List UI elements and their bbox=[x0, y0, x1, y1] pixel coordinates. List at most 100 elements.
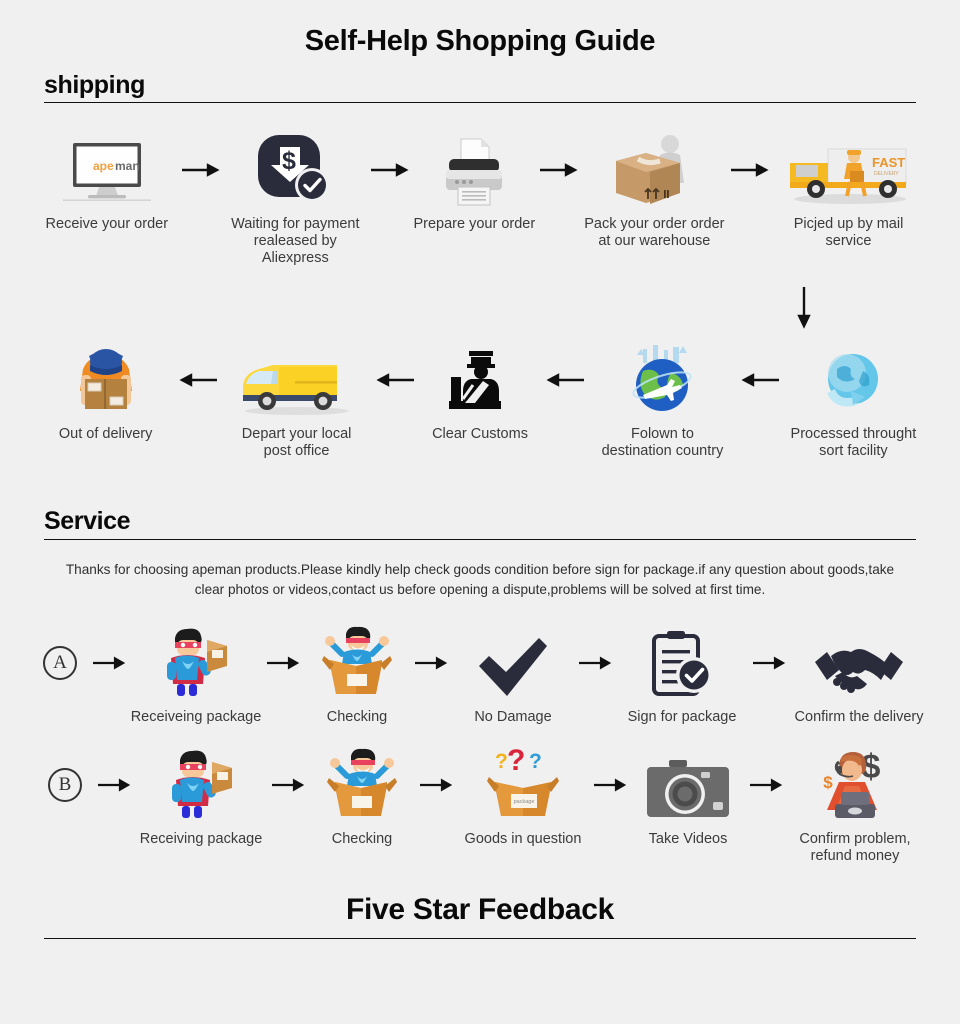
arrow-down-icon bbox=[797, 287, 811, 330]
monitor-apeman-logo-icon: ape man bbox=[57, 133, 157, 207]
service-section-header: Service bbox=[44, 507, 916, 540]
shipping-heading: shipping bbox=[44, 71, 145, 99]
step-caption: Receiving package bbox=[139, 830, 263, 847]
service-step-goods-in-question: ? ? ? package Goods in question bbox=[455, 748, 591, 848]
arrow-left-icon bbox=[372, 343, 418, 417]
svg-text:$: $ bbox=[823, 773, 833, 792]
fast-delivery-truck-icon: FAST DELIVERY bbox=[784, 133, 914, 207]
arrow-right-icon bbox=[750, 626, 788, 700]
shipping-section-header: shipping bbox=[44, 71, 916, 104]
hero-with-package-icon bbox=[157, 626, 235, 700]
footer-divider bbox=[44, 937, 916, 939]
step-caption: Out of delivery bbox=[58, 426, 153, 443]
arrow-right-icon bbox=[412, 626, 450, 700]
checkmark-icon bbox=[475, 626, 551, 700]
step-caption: Checking bbox=[331, 830, 393, 847]
service-step-receiving-package-b: Receiving package bbox=[133, 748, 269, 848]
payment-dollar-check-icon: $ bbox=[256, 133, 334, 207]
shipping-step-depart-post-office: Depart your local post office bbox=[221, 343, 372, 460]
shipping-flow-row-1: ape man Receive your order $ Waiting for… bbox=[0, 133, 960, 267]
step-caption: Prepare your order bbox=[413, 216, 536, 233]
service-step-take-videos: Take Videos bbox=[629, 748, 747, 848]
shipping-step-flown-to-destination: Folown to destination country bbox=[588, 343, 737, 460]
row-marker-b: B bbox=[35, 748, 95, 822]
step-caption: Confirm problem, refund money bbox=[799, 830, 911, 864]
step-caption: Sign for package bbox=[627, 708, 737, 725]
step-caption: Picjed up by mail service bbox=[793, 216, 904, 250]
svg-text:ape: ape bbox=[93, 159, 114, 173]
step-caption: Depart your local post office bbox=[241, 426, 352, 460]
handshake-icon bbox=[811, 626, 907, 700]
service-step-receiving-package-a: Receiveing package bbox=[128, 626, 264, 726]
printer-icon bbox=[437, 133, 511, 207]
service-step-checking-b: Checking bbox=[307, 748, 417, 848]
step-caption: Folown to destination country bbox=[601, 426, 724, 460]
arrow-right-icon bbox=[264, 626, 302, 700]
step-caption: Receive your order bbox=[45, 216, 169, 233]
svg-text:$: $ bbox=[282, 147, 296, 175]
step-caption: Goods in question bbox=[464, 830, 582, 847]
page-title: Self-Help Shopping Guide bbox=[304, 25, 656, 57]
blue-globe-arrow-icon bbox=[817, 343, 889, 417]
step-caption: No Damage bbox=[474, 708, 552, 725]
truck-delivery-text: DELIVERY bbox=[874, 171, 899, 177]
arrow-right-icon bbox=[269, 748, 307, 822]
clipboard-check-icon bbox=[648, 626, 716, 700]
arrow-right-icon bbox=[367, 133, 413, 207]
footer-title: Five Star Feedback bbox=[345, 892, 615, 926]
shopping-guide-page: Self-Help Shopping Guide shipping ape ma… bbox=[0, 0, 960, 1024]
row-marker-a: A bbox=[30, 626, 90, 700]
shipping-step-prepare-order: Prepare your order bbox=[413, 133, 536, 233]
shipping-step-waiting-payment: $ Waiting for payment realeased by Aliex… bbox=[224, 133, 367, 267]
arrow-right-icon bbox=[95, 748, 133, 822]
svg-text:?: ? bbox=[529, 750, 542, 773]
service-step-no-damage: No Damage bbox=[450, 626, 576, 726]
arrow-right-icon bbox=[417, 748, 455, 822]
yellow-delivery-van-icon bbox=[235, 343, 359, 417]
support-agent-refund-icon: $ $ bbox=[809, 748, 901, 822]
service-intro-text: Thanks for choosing apeman products.Plea… bbox=[65, 561, 895, 597]
service-step-confirm-delivery: Confirm the delivery bbox=[788, 626, 930, 726]
globe-airplane-icon bbox=[619, 343, 705, 417]
service-flow-row-a: A Receiveing package Checking No Damage … bbox=[0, 626, 960, 726]
hero-with-package-icon bbox=[162, 748, 240, 822]
customs-officer-icon bbox=[443, 343, 517, 417]
step-caption: Receiveing package bbox=[130, 708, 262, 725]
svg-text:?: ? bbox=[507, 748, 525, 777]
packing-box-worker-icon bbox=[608, 133, 700, 207]
arrow-right-icon bbox=[747, 748, 785, 822]
hero-in-open-box-icon bbox=[319, 748, 405, 822]
shipping-step-sort-facility: Processed throught sort facility bbox=[783, 343, 924, 460]
shipping-step-receive-order: ape man Receive your order bbox=[36, 133, 178, 233]
truck-fast-text: FAST bbox=[872, 155, 905, 170]
service-step-confirm-refund: $ $ Confirm problem, refund money bbox=[785, 748, 925, 865]
arrow-right-icon bbox=[178, 133, 224, 207]
shipping-step-pack-order: Pack your order order at our warehouse bbox=[582, 133, 727, 250]
shipping-step-picked-up: FAST DELIVERY Picjed up by mail service bbox=[773, 133, 924, 250]
circle-letter-label: B bbox=[48, 767, 82, 802]
service-flow-row-b: B Receiving package Checking ? ? ? packa… bbox=[0, 748, 960, 865]
arrow-right-icon bbox=[536, 133, 582, 207]
service-step-sign-for-package: Sign for package bbox=[614, 626, 750, 726]
step-caption: Pack your order order at our warehouse bbox=[584, 216, 725, 250]
service-heading: Service bbox=[44, 507, 131, 536]
flow-connector bbox=[0, 285, 960, 331]
shipping-flow-row-2: Out of delivery Depart your local post o… bbox=[0, 343, 960, 460]
arrow-right-icon bbox=[591, 748, 629, 822]
questioned-box-icon: ? ? ? package bbox=[481, 748, 565, 822]
svg-text:?: ? bbox=[495, 750, 508, 773]
circle-letter-label: A bbox=[43, 645, 77, 680]
hero-in-open-box-icon bbox=[314, 626, 400, 700]
arrow-left-icon bbox=[542, 343, 588, 417]
step-caption: Processed throught sort facility bbox=[790, 426, 917, 460]
box-label-text: package bbox=[514, 799, 535, 805]
step-caption: Waiting for payment realeased by Aliexpr… bbox=[231, 216, 360, 267]
svg-text:man: man bbox=[115, 159, 140, 173]
shipping-step-out-of-delivery: Out of delivery bbox=[36, 343, 175, 443]
shipping-step-clear-customs: Clear Customs bbox=[418, 343, 542, 443]
step-caption: Take Videos bbox=[648, 830, 728, 847]
courier-holding-box-icon bbox=[67, 343, 145, 417]
step-caption: Clear Customs bbox=[432, 426, 528, 443]
arrow-left-icon bbox=[737, 343, 783, 417]
camera-icon bbox=[645, 748, 731, 822]
